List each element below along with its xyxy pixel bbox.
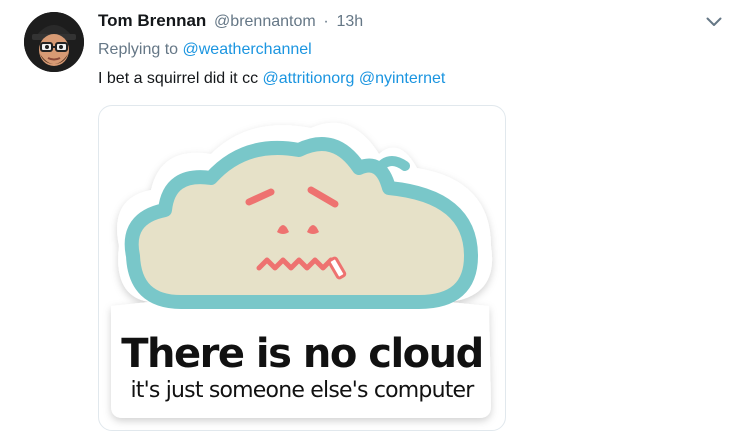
author-handle[interactable]: @brennantom: [214, 13, 316, 30]
avatar[interactable]: [24, 12, 84, 72]
replying-to: Replying to @weatherchannel: [98, 38, 312, 62]
replying-to-label: Replying to: [98, 41, 179, 58]
timestamp[interactable]: 13h: [336, 13, 363, 30]
media-caption-main: There is no cloud: [121, 331, 484, 377]
mention-attritionorg[interactable]: @attritionorg: [263, 70, 355, 87]
tweet-menu-button[interactable]: [702, 12, 726, 32]
separator-dot: ·: [323, 13, 329, 30]
tweet-header: Tom Brennan @brennantom · 13h: [98, 9, 363, 33]
tweet[interactable]: Tom Brennan @brennantom · 13h Replying t…: [0, 0, 734, 442]
media-caption-sub: it's just someone else's computer: [130, 378, 474, 403]
avatar-image: [24, 12, 84, 72]
tweet-media[interactable]: There is no cloud it's just someone else…: [98, 105, 506, 431]
author-name[interactable]: Tom Brennan: [98, 11, 206, 30]
reply-to-mention[interactable]: @weatherchannel: [183, 41, 312, 58]
tweet-text-body: I bet a squirrel did it cc: [98, 70, 259, 87]
chevron-down-icon: [706, 17, 722, 26]
mention-nyinternet[interactable]: @nyinternet: [359, 70, 446, 87]
tweet-text: I bet a squirrel did it cc @attritionorg…: [98, 67, 445, 91]
